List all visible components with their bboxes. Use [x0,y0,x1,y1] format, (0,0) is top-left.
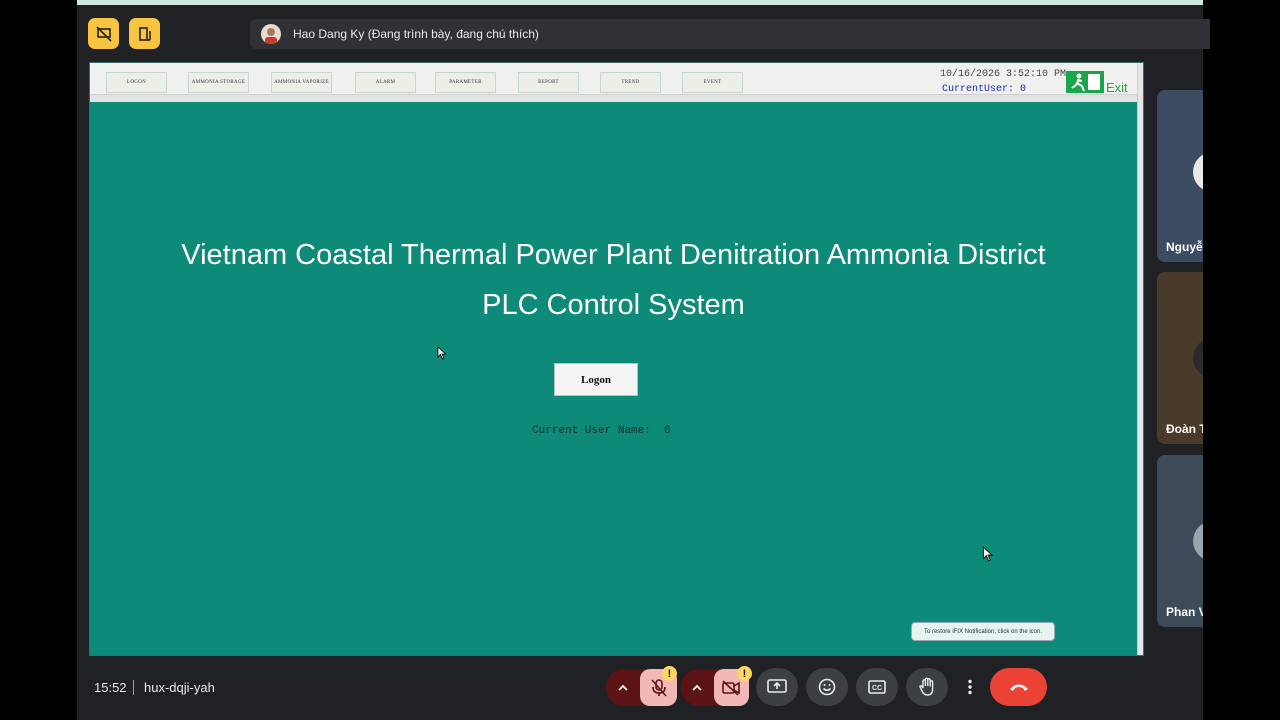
more-options-button[interactable] [958,668,982,706]
hang-up-icon [1009,684,1028,691]
raise-hand-button[interactable] [906,668,948,706]
participant-avatar [1193,521,1203,561]
hmi-toolbar: LOGON AMMONIA STORAGE AMMONIA VAPORIZE A… [90,63,1143,96]
nav-ammonia-vaporize-button[interactable]: AMMONIA VAPORIZE [271,72,332,93]
participant-tile[interactable]: Đoàn T [1157,272,1203,444]
hmi-title-line1: Vietnam Coastal Thermal Power Plant Deni… [181,239,1046,271]
participant-tile[interactable]: Nguyễ [1157,90,1203,262]
nav-event-button[interactable]: EVENT [682,72,743,93]
presenter-avatar [261,24,281,44]
participant-name: Đoàn T [1166,422,1203,436]
end-call-button[interactable] [990,668,1047,706]
shared-screen: LOGON AMMONIA STORAGE AMMONIA VAPORIZE A… [89,62,1144,656]
nav-alarm-button[interactable]: ALARM [355,72,416,93]
presenter-name: Hao Dang Ky (Đang trình bày, đang chú th… [293,27,539,41]
current-user-name: Current User Name: 0 [532,425,671,437]
current-user-value: 0 [664,425,671,437]
exit-button[interactable]: Exit [1064,70,1136,95]
mic-warning-badge: ! [662,666,677,681]
raise-hand-icon [919,677,934,696]
divider [133,680,134,695]
present-screen-button[interactable] [756,668,798,706]
participant-name: Nguyễ [1166,240,1203,254]
meet-window: Hao Dang Ky (Đang trình bày, đang chú th… [77,0,1210,720]
participant-tile[interactable]: Phan V [1157,455,1203,627]
nav-logon-button[interactable]: LOGON [106,72,167,93]
screen-stage: Hao Dang Ky (Đang trình bày, đang chú th… [0,0,1280,720]
camera-warning-badge: ! [737,666,752,681]
more-vert-icon [968,679,972,695]
svg-text:CC: CC [872,685,882,692]
emoji-icon [818,678,836,696]
mouse-pointer-icon [437,346,447,360]
captions-button[interactable]: CC [856,668,898,706]
nav-ammonia-storage-button[interactable]: AMMONIA STORAGE [188,72,249,93]
camera-off-icon [722,679,741,696]
participant-avatar [1193,338,1203,378]
top-divider [77,0,1203,5]
participant-name: Phan V [1166,605,1203,619]
participant-avatar [1193,152,1203,192]
ifix-notification-tooltip[interactable]: To restore iFIX Notification, click on t… [911,622,1055,641]
exit-icon [1066,71,1104,93]
mic-off-icon [650,678,667,697]
toolbar-scrollbar[interactable] [90,94,1137,102]
clock-time: 15:52 [94,680,127,695]
camera-options-chevron-icon[interactable] [681,669,714,706]
presenter-pointer-icon [982,546,994,562]
logon-button[interactable]: Logon [554,363,638,396]
hmi-title-line2: PLC Control System [482,289,745,321]
stop-presenting-icon[interactable] [88,18,119,49]
mic-options-chevron-icon[interactable] [606,669,640,706]
nav-trend-button[interactable]: TREND [600,72,661,93]
nav-parameter-button[interactable]: PARAMETER [435,72,496,93]
leave-presentation-icon[interactable] [129,18,160,49]
present-screen-icon [767,679,787,693]
vertical-scrollbar[interactable] [1137,63,1143,655]
presenter-banner: Hao Dang Ky (Đang trình bày, đang chú th… [250,19,1210,49]
datetime-readout: 10/16/2026 3:52:10 PM [940,69,1067,80]
exit-label: Exit [1106,80,1128,95]
captions-icon: CC [868,680,886,694]
emoji-reaction-button[interactable] [806,668,848,706]
nav-report-button[interactable]: REPORT [518,72,579,93]
meeting-code: hux-dqji-yah [144,680,215,695]
current-user-label: Current User Name: [532,425,651,437]
